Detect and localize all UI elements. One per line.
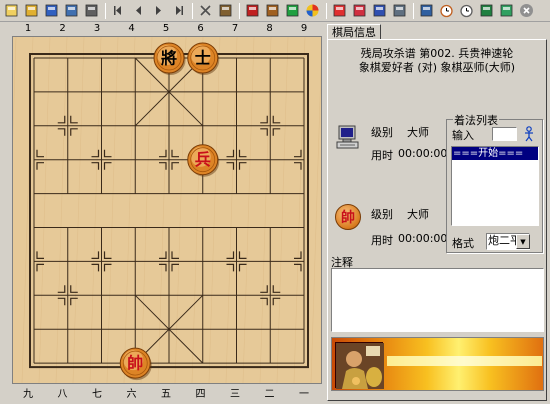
top-coordinate: 7 — [231, 23, 239, 34]
clock-icon[interactable] — [457, 2, 476, 20]
top-coordinate: 1 — [24, 23, 32, 34]
top-coordinate: 9 — [300, 23, 308, 34]
bottom-coordinate: 三 — [230, 389, 240, 400]
first-move-icon[interactable] — [109, 2, 128, 20]
previous-move-icon[interactable] — [129, 2, 148, 20]
close-icon[interactable] — [517, 2, 536, 20]
next-move-icon[interactable] — [149, 2, 168, 20]
toolbar-separator — [326, 2, 327, 19]
top-rank-label: 级别 — [371, 126, 393, 139]
chevron-down-icon[interactable]: ▼ — [516, 234, 530, 249]
top-file-coordinates: 1 2 3 4 5 6 7 8 9 — [14, 23, 318, 35]
person-icon[interactable] — [523, 126, 535, 142]
move-list-title: 着法列表 — [453, 112, 499, 128]
top-coordinate: 5 — [162, 23, 170, 34]
top-coordinate: 3 — [93, 23, 101, 34]
timer-icon[interactable] — [437, 2, 456, 20]
banner-light-stripe — [387, 356, 542, 366]
bottom-coordinate: 六 — [126, 389, 137, 400]
game-players: 象棋爱好者 (对) 象棋巫师(大师) — [358, 61, 516, 74]
tab-game-info[interactable]: 棋局信息 — [327, 24, 381, 40]
top-time-label: 用时 — [371, 149, 393, 162]
bottom-rank-value: 大师 — [407, 208, 429, 221]
move-list-group: 着法列表 输入 ===开始=== 格式 炮二平五 ▼ — [446, 112, 543, 253]
bottom-file-coordinates: 九八七六五四三二一 — [14, 385, 318, 400]
toolbar-separator — [192, 2, 193, 19]
picture-icon[interactable] — [497, 2, 516, 20]
move-list-item[interactable]: ===开始=== — [452, 147, 538, 160]
bottom-coordinate: 四 — [195, 389, 206, 400]
top-coordinate: 2 — [59, 23, 66, 34]
red-general-label: 帥 — [127, 354, 143, 373]
bottom-time-label: 用时 — [371, 234, 393, 247]
board-grid: 將士兵帥 — [13, 37, 321, 383]
bottom-coordinate: 五 — [161, 389, 171, 400]
toolbar-separator — [239, 2, 240, 19]
black-general-label: 將 — [161, 49, 177, 68]
top-rank-value: 大师 — [407, 126, 429, 139]
format-label: 格式 — [452, 237, 474, 250]
load-game-icon[interactable] — [370, 2, 389, 20]
banner-image — [331, 337, 544, 391]
move-input-field[interactable] — [492, 127, 517, 141]
bottom-time-value: 00:00:00 — [398, 232, 448, 245]
toolbar-separator — [413, 2, 414, 19]
game-info-panel: 残局攻杀谱 第002. 兵贵神速轮 象棋爱好者 (对) 象棋巫师(大师) 级别 … — [327, 39, 547, 401]
notes-textarea[interactable] — [331, 268, 544, 332]
top-coordinate: 8 — [266, 23, 273, 34]
banner-portrait — [335, 342, 384, 389]
save-icon[interactable] — [42, 2, 61, 20]
move-list[interactable]: ===开始=== — [451, 146, 539, 226]
toolbar-separator — [105, 2, 106, 19]
last-move-icon[interactable] — [169, 2, 188, 20]
bottom-coordinate: 七 — [92, 389, 102, 400]
bottom-coordinate: 九 — [23, 389, 33, 400]
bottom-coordinate: 八 — [57, 389, 68, 400]
eye-settings-icon[interactable] — [330, 2, 349, 20]
watch-icon[interactable] — [350, 2, 369, 20]
open-folder-icon[interactable] — [22, 2, 41, 20]
book-icon[interactable] — [417, 2, 436, 20]
top-coordinate: 6 — [197, 23, 204, 34]
red-book-icon[interactable] — [243, 2, 262, 20]
top-coordinate: 4 — [128, 23, 135, 34]
setup-board-icon[interactable] — [263, 2, 282, 20]
move-input-label: 输入 — [452, 129, 474, 142]
xiangqi-app-window: 1 2 3 4 5 6 7 8 9 將士兵帥 九 八 七 六 五 四 三 二 一 棋局信息 残局攻杀谱 第002… — [0, 0, 550, 404]
chess-board[interactable]: 將士兵帥 — [12, 36, 322, 384]
delete-move-icon[interactable] — [196, 2, 215, 20]
red-player-avatar: 帥 — [335, 204, 361, 230]
top-time-value: 00:00:00 — [398, 147, 448, 160]
board-colors-icon[interactable] — [283, 2, 302, 20]
tab-strip: 棋局信息 — [327, 24, 381, 40]
paste-icon[interactable] — [216, 2, 235, 20]
color-wheel-icon[interactable] — [303, 2, 322, 20]
bottom-coordinate: 二 — [264, 389, 275, 400]
bottom-coordinate: 一 — [299, 389, 309, 400]
toolbar — [0, 0, 550, 22]
print-icon[interactable] — [82, 2, 101, 20]
black-advisor-label: 士 — [195, 49, 211, 68]
monitor-icon[interactable] — [477, 2, 496, 20]
computer-player-icon — [336, 124, 360, 150]
notes-icon[interactable] — [390, 2, 409, 20]
copy-board-icon[interactable] — [62, 2, 81, 20]
bottom-rank-label: 级别 — [371, 208, 393, 221]
new-file-icon[interactable] — [2, 2, 21, 20]
red-soldier-label: 兵 — [195, 150, 211, 169]
